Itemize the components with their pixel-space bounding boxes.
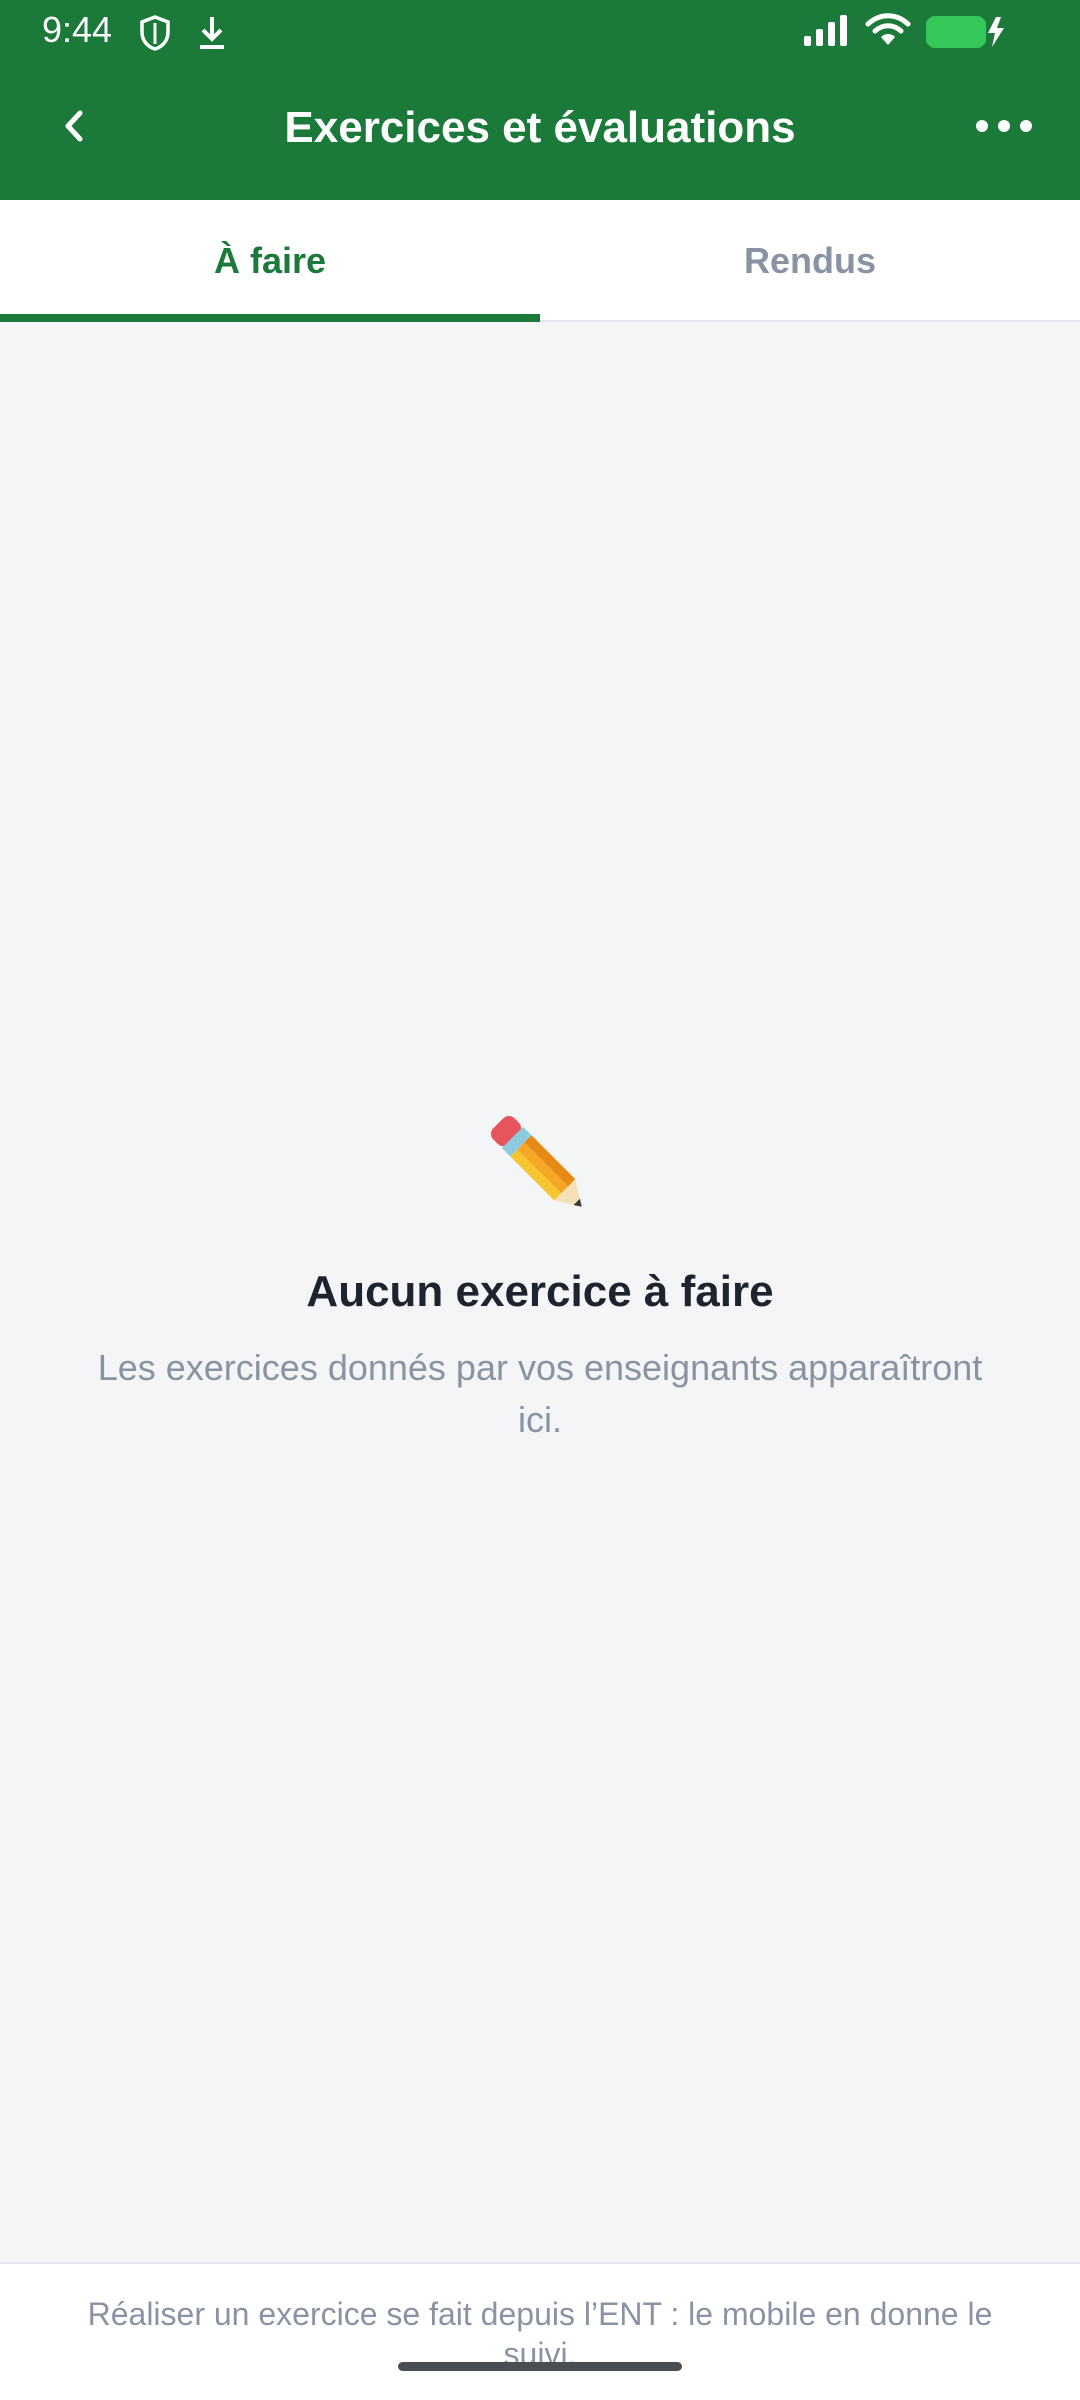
tab-bar: À faire Rendus <box>0 200 1080 322</box>
shield-icon <box>138 14 172 57</box>
signal-icon <box>802 14 850 53</box>
status-bar: 9:44 <box>0 0 1080 62</box>
battery-charging-icon <box>924 14 1008 55</box>
app-screen: 9:44 Exercices et évaluations À faire Re… <box>0 0 1080 2400</box>
empty-state-title: Aucun exercice à faire <box>306 1267 774 1316</box>
wifi-icon <box>864 12 912 53</box>
empty-state-subtitle: Les exercices donnés par vos enseignants… <box>97 1347 983 1440</box>
app-header: Exercices et évaluations <box>0 62 1080 200</box>
home-indicator[interactable] <box>398 2362 682 2371</box>
back-button[interactable] <box>44 96 104 156</box>
page-title: Exercices et évaluations <box>284 103 796 152</box>
status-time: 9:44 <box>42 9 113 50</box>
top-bar: 9:44 Exercices et évaluations <box>0 0 1080 200</box>
chevron-left-icon <box>65 110 83 142</box>
more-options-button[interactable] <box>964 96 1044 156</box>
download-icon <box>196 14 228 57</box>
active-tab-indicator <box>0 314 540 322</box>
tab-a-faire[interactable]: À faire <box>0 200 540 322</box>
tab-rendus[interactable]: Rendus <box>540 200 1080 322</box>
info-footer: Réaliser un exercice se fait depuis l’EN… <box>0 2262 1080 2400</box>
pencil-icon <box>490 1115 582 1207</box>
empty-state: Aucun exercice à faire Les exercices don… <box>0 1100 1080 1446</box>
more-horizontal-icon <box>976 120 1032 132</box>
